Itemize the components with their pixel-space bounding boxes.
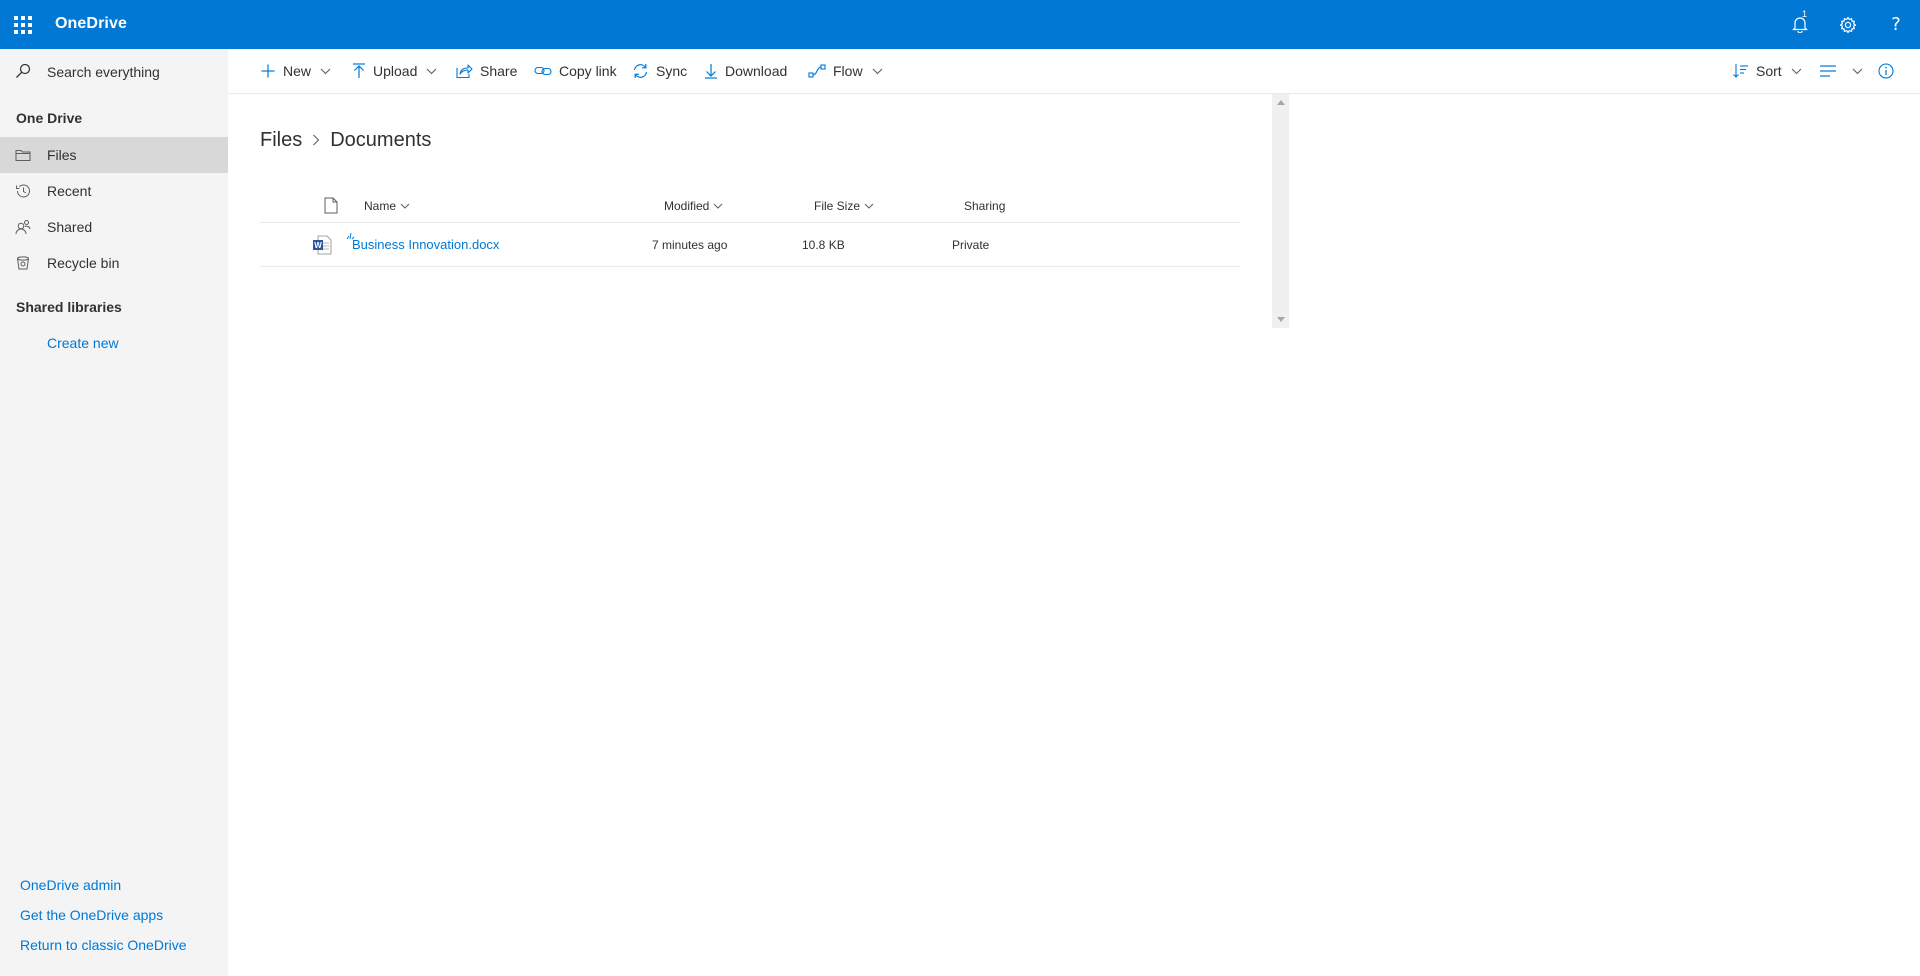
list-header: Name Modified File Size Sharing [260,190,1240,223]
view-list-icon [1820,65,1836,77]
breadcrumb: Files Documents [260,125,431,155]
recycle-bin-icon [17,256,29,270]
copy-link-button[interactable]: Copy link [534,49,617,93]
flow-icon [808,64,826,78]
file-size: 10.8 KB [802,238,845,252]
upload-icon [353,63,365,78]
suite-header: OneDrive 1 ? [0,0,1920,49]
scroll-up-arrow-icon[interactable] [1277,100,1285,105]
onedrive-admin-link[interactable]: OneDrive admin [20,877,121,893]
sync-button[interactable]: Sync [632,49,687,93]
search-placeholder: Search everything [47,64,160,80]
return-classic-link[interactable]: Return to classic OneDrive [20,937,187,953]
nav-item-recent[interactable]: Recent [0,173,228,209]
help-icon: ? [1891,14,1901,35]
nav-item-label: Recycle bin [47,255,120,271]
nav-section-title: One Drive [16,110,83,126]
info-icon [1878,63,1894,79]
nav-item-label: Recent [47,183,92,199]
chevron-down-icon [426,68,437,74]
get-apps-link[interactable]: Get the OneDrive apps [20,907,163,923]
column-sharing-label: Sharing [964,199,1006,213]
chevron-right-icon [312,134,320,146]
clock-icon [16,184,30,198]
help-button[interactable]: ? [1872,0,1920,49]
scroll-down-arrow-icon[interactable] [1277,317,1285,322]
sort-label: Sort [1756,63,1782,79]
file-modified: 7 minutes ago [652,238,728,252]
sort-icon [1733,64,1748,78]
download-button[interactable]: Download [704,49,787,93]
column-header-name[interactable]: Name [364,199,410,213]
copy-link-label: Copy link [559,63,617,79]
breadcrumb-current: Documents [330,128,432,151]
app-launcher-button[interactable] [0,0,46,49]
flow-label: Flow [833,63,863,79]
chevron-down-icon [872,68,882,74]
search-box[interactable]: Search everything [0,49,228,94]
gear-icon [1839,16,1857,33]
chevron-down-icon [1791,68,1802,74]
upload-button[interactable]: Upload [352,49,437,93]
people-icon [15,220,31,235]
new-button[interactable]: New [260,49,331,93]
column-header-file-size[interactable]: File Size [814,199,874,213]
download-icon [705,64,717,79]
chevron-down-icon [714,203,723,209]
sync-label: Sync [656,63,688,79]
command-bar: New Upload Share Copy link Sync Download… [228,49,1920,94]
nav-item-shared[interactable]: Shared [0,209,228,245]
brand-title[interactable]: OneDrive [55,0,127,49]
list-scrollbar[interactable] [1272,94,1289,328]
word-doc-icon: W [313,235,332,255]
file-sharing: Private [952,238,990,252]
folder-icon [15,150,31,161]
column-file-size-label: File Size [814,199,861,213]
svg-text:W: W [314,241,322,250]
plus-icon [261,64,275,78]
nav-item-files[interactable]: Files [0,137,228,173]
create-new-library-link[interactable]: Create new [47,335,119,351]
upload-label: Upload [373,63,418,79]
file-name-link[interactable]: Business Innovation.docx [352,237,499,252]
nav-item-label: Files [47,147,77,163]
share-label: Share [480,63,518,79]
download-label: Download [725,63,788,79]
nav-item-label: Shared [47,219,93,235]
notification-count-badge: 1 [1802,9,1808,19]
share-icon [456,64,473,79]
file-type-header-icon[interactable] [324,197,338,214]
search-icon [16,63,31,78]
breadcrumb-files-link[interactable]: Files [260,129,302,152]
details-pane-button[interactable] [1878,49,1901,93]
nav-item-recycle-bin[interactable]: Recycle bin [0,245,228,281]
table-row[interactable]: W Business Innovation.docx 7 minutes ago… [260,224,1240,267]
notifications-button[interactable]: 1 [1776,0,1824,49]
column-modified-label: Modified [664,199,710,213]
waffle-icon [14,15,32,34]
column-header-sharing[interactable]: Sharing [964,199,1005,213]
shared-libraries-title: Shared libraries [16,299,122,315]
column-header-modified[interactable]: Modified [664,199,723,213]
share-button[interactable]: Share [456,49,517,93]
flow-button[interactable]: Flow [808,49,883,93]
settings-button[interactable] [1824,0,1872,49]
chevron-down-icon [864,203,874,209]
new-label: New [283,63,312,79]
column-name-label: Name [364,199,397,213]
link-icon [534,66,552,76]
chevron-down-icon [320,68,331,74]
chevron-down-icon [400,203,410,209]
sync-icon [633,64,648,78]
chevron-down-icon [1852,68,1863,74]
view-options-button[interactable] [1820,49,1863,93]
sort-button[interactable]: Sort [1733,49,1802,93]
left-navigation: Search everything One Drive Files Recent… [0,49,228,976]
